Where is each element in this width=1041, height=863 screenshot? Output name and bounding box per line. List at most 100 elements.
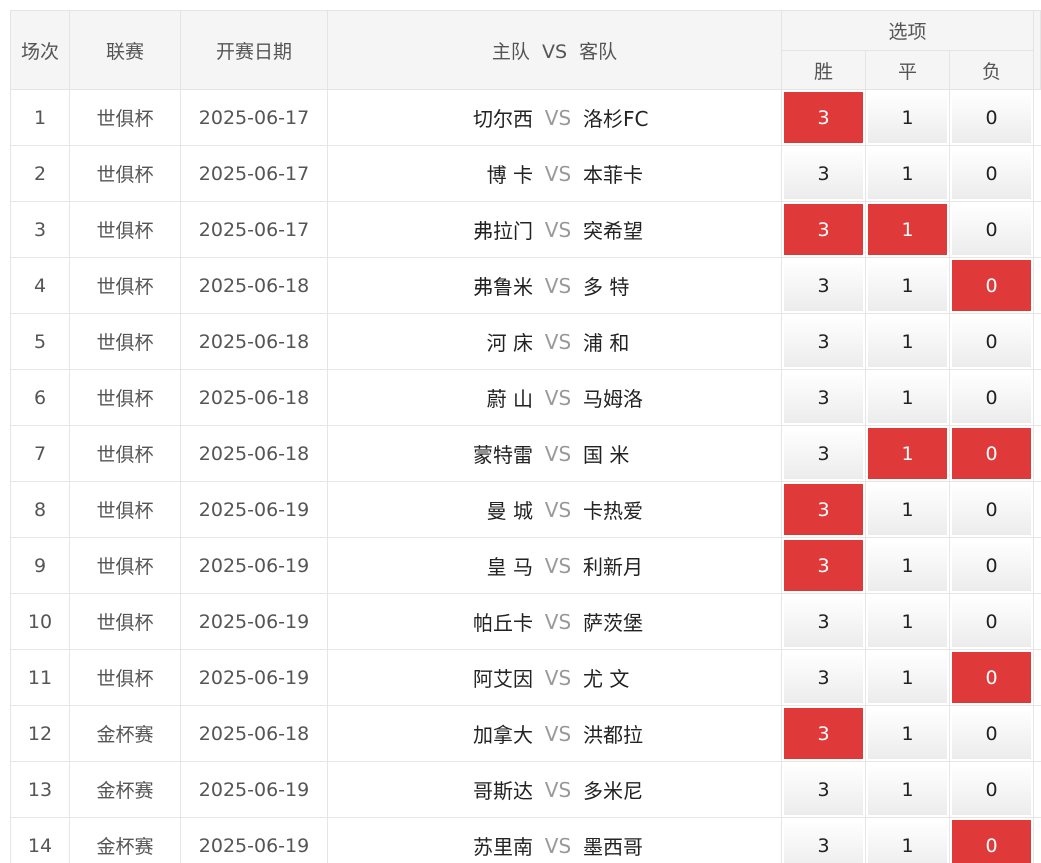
vs-label: VS <box>544 665 572 690</box>
row-index: 2 <box>10 145 70 202</box>
away-team: 突希望 <box>583 219 643 243</box>
home-team: 苏里南 <box>473 835 533 859</box>
row-date: 2025-06-18 <box>180 705 328 762</box>
row-league: 世俱杯 <box>69 649 181 706</box>
row-match: 切尔西 VS 洛杉FC <box>327 89 782 146</box>
row-league: 金杯赛 <box>69 705 181 762</box>
vs-label: VS <box>544 105 572 130</box>
table-row: 10 世俱杯 2025-06-19 帕丘卡 VS 萨茨堡 3 1 0 <box>10 593 1041 650</box>
option-win-button[interactable]: 3 <box>784 260 863 311</box>
away-team: 墨西哥 <box>583 835 643 859</box>
home-team: 弗鲁米 <box>473 275 533 299</box>
row-date: 2025-06-18 <box>180 425 328 482</box>
option-lose-button[interactable]: 0 <box>952 652 1032 703</box>
option-lose-button[interactable]: 0 <box>952 372 1032 423</box>
table-row: 2 世俱杯 2025-06-17 博 卡 VS 本菲卡 3 1 0 <box>10 145 1041 202</box>
row-league: 世俱杯 <box>69 313 181 370</box>
option-lose-button[interactable]: 0 <box>952 820 1032 863</box>
away-team: 浦 和 <box>583 331 630 355</box>
row-league: 世俱杯 <box>69 425 181 482</box>
option-win-button[interactable]: 3 <box>784 540 863 591</box>
option-win-button[interactable]: 3 <box>784 204 863 255</box>
home-team: 切尔西 <box>473 107 533 131</box>
option-draw-button[interactable]: 1 <box>868 316 947 367</box>
row-index: 13 <box>10 761 70 818</box>
option-win-button[interactable]: 3 <box>784 652 863 703</box>
row-date: 2025-06-18 <box>180 313 328 370</box>
row-edge <box>1033 313 1041 370</box>
row-league: 金杯赛 <box>69 761 181 818</box>
option-win-button[interactable]: 3 <box>784 764 863 815</box>
option-lose-button[interactable]: 0 <box>952 204 1032 255</box>
option-draw-button[interactable]: 1 <box>868 820 947 863</box>
match-options-table: 场次 联赛 开赛日期 主队 VS 客队 选项 胜 平 负 1 世俱杯 2025-… <box>10 10 1041 863</box>
option-draw-button[interactable]: 1 <box>868 428 947 479</box>
option-lose-button[interactable]: 0 <box>952 764 1032 815</box>
header-date: 开赛日期 <box>180 10 328 90</box>
header-match: 主队 VS 客队 <box>327 10 782 90</box>
option-win-button[interactable]: 3 <box>784 708 863 759</box>
row-edge <box>1033 761 1041 818</box>
home-team: 哥斯达 <box>473 779 533 803</box>
vs-label: VS <box>544 385 572 410</box>
row-league: 世俱杯 <box>69 145 181 202</box>
row-edge <box>1033 649 1041 706</box>
option-win-button[interactable]: 3 <box>784 484 863 535</box>
row-date: 2025-06-19 <box>180 649 328 706</box>
option-draw-button[interactable]: 1 <box>868 260 947 311</box>
option-lose-button[interactable]: 0 <box>952 596 1032 647</box>
option-win-button[interactable]: 3 <box>784 92 863 143</box>
row-league: 世俱杯 <box>69 257 181 314</box>
option-lose-button[interactable]: 0 <box>952 540 1032 591</box>
option-draw-button[interactable]: 1 <box>868 764 947 815</box>
option-draw-button[interactable]: 1 <box>868 92 947 143</box>
home-team: 博 卡 <box>486 163 533 187</box>
option-win-button[interactable]: 3 <box>784 428 863 479</box>
away-team: 利新月 <box>583 555 643 579</box>
option-draw-button[interactable]: 1 <box>868 204 947 255</box>
table-row: 8 世俱杯 2025-06-19 曼 城 VS 卡热爱 3 1 0 <box>10 481 1041 538</box>
option-win-button[interactable]: 3 <box>784 316 863 367</box>
row-league: 世俱杯 <box>69 593 181 650</box>
away-team: 国 米 <box>583 443 630 467</box>
option-win-button[interactable]: 3 <box>784 372 863 423</box>
option-draw-button[interactable]: 1 <box>868 484 947 535</box>
row-edge <box>1033 425 1041 482</box>
option-win-button[interactable]: 3 <box>784 820 863 863</box>
option-draw-button[interactable]: 1 <box>868 652 947 703</box>
option-lose-button[interactable]: 0 <box>952 260 1032 311</box>
row-league: 世俱杯 <box>69 481 181 538</box>
vs-label: VS <box>544 497 572 522</box>
table-row: 14 金杯赛 2025-06-19 苏里南 VS 墨西哥 3 1 0 <box>10 817 1041 863</box>
option-lose-button[interactable]: 0 <box>952 484 1032 535</box>
match-rows: 1 世俱杯 2025-06-17 切尔西 VS 洛杉FC 3 1 0 2 世俱杯… <box>10 89 1041 863</box>
row-index: 9 <box>10 537 70 594</box>
option-draw-button[interactable]: 1 <box>868 540 947 591</box>
row-index: 14 <box>10 817 70 863</box>
away-team: 洛杉FC <box>583 107 649 131</box>
away-team: 洪都拉 <box>583 723 643 747</box>
row-edge <box>1033 89 1041 146</box>
option-draw-button[interactable]: 1 <box>868 372 947 423</box>
option-lose-button[interactable]: 0 <box>952 708 1032 759</box>
option-lose-button[interactable]: 0 <box>952 316 1032 367</box>
row-match: 阿艾因 VS 尤 文 <box>327 649 782 706</box>
option-win-button[interactable]: 3 <box>784 148 863 199</box>
table-row: 1 世俱杯 2025-06-17 切尔西 VS 洛杉FC 3 1 0 <box>10 89 1041 146</box>
row-match: 曼 城 VS 卡热爱 <box>327 481 782 538</box>
option-lose-button[interactable]: 0 <box>952 148 1032 199</box>
home-team: 帕丘卡 <box>473 611 533 635</box>
table-row: 4 世俱杯 2025-06-18 弗鲁米 VS 多 特 3 1 0 <box>10 257 1041 314</box>
row-league: 世俱杯 <box>69 537 181 594</box>
option-draw-button[interactable]: 1 <box>868 596 947 647</box>
option-lose-button[interactable]: 0 <box>952 92 1032 143</box>
row-league: 金杯赛 <box>69 817 181 863</box>
row-match: 河 床 VS 浦 和 <box>327 313 782 370</box>
option-lose-button[interactable]: 0 <box>952 428 1032 479</box>
option-win-button[interactable]: 3 <box>784 596 863 647</box>
lottery-table-container: 场次 联赛 开赛日期 主队 VS 客队 选项 胜 平 负 1 世俱杯 2025-… <box>10 10 1041 863</box>
option-draw-button[interactable]: 1 <box>868 148 947 199</box>
row-match: 弗鲁米 VS 多 特 <box>327 257 782 314</box>
option-draw-button[interactable]: 1 <box>868 708 947 759</box>
row-index: 4 <box>10 257 70 314</box>
